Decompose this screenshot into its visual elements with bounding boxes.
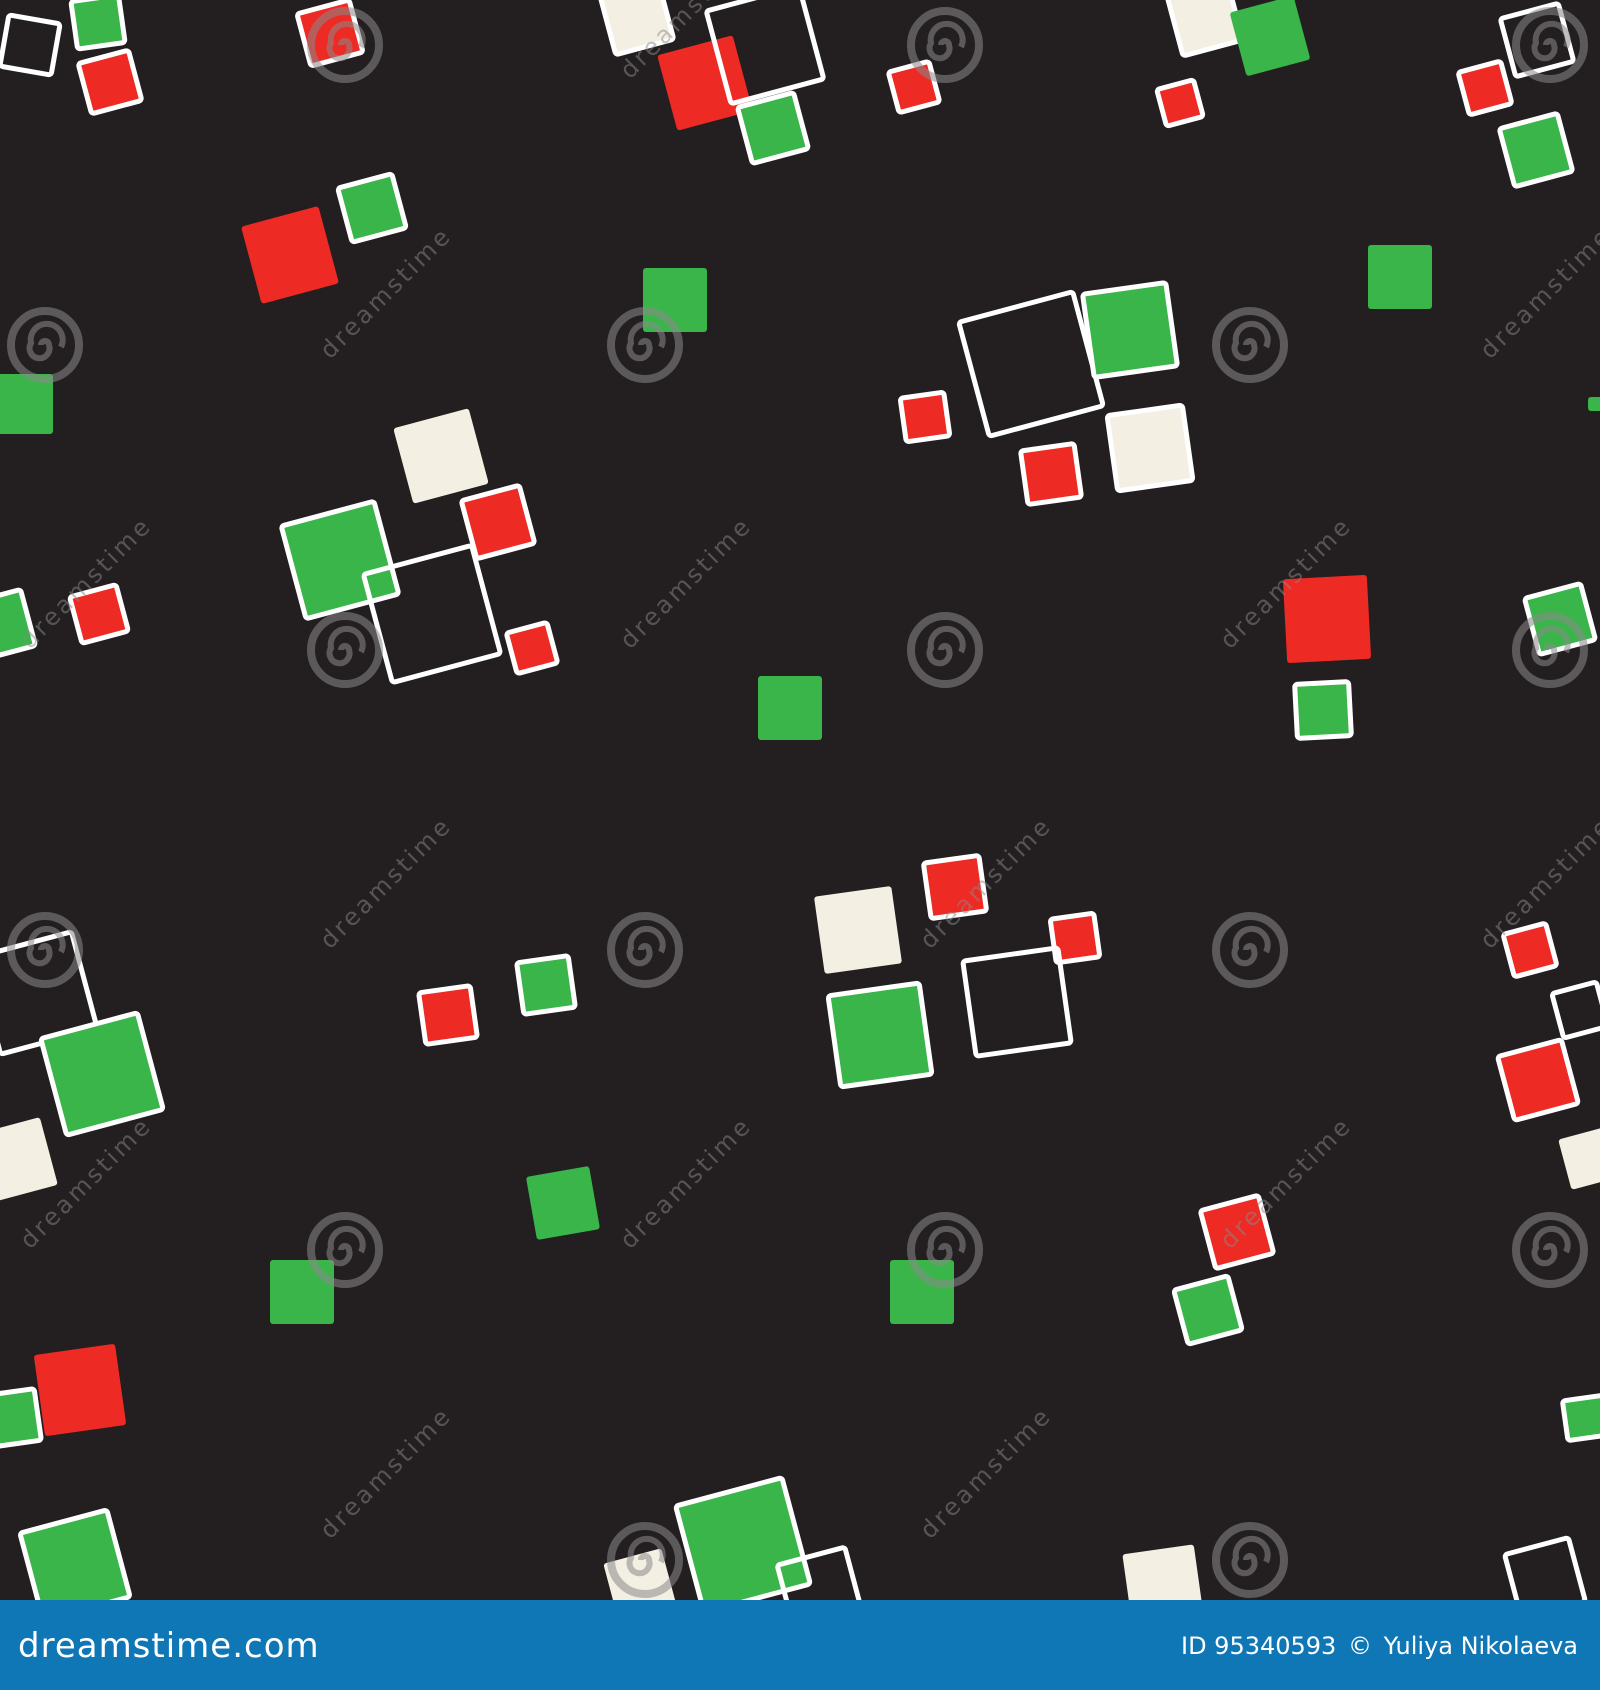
green-square <box>1080 280 1180 380</box>
green-square <box>514 953 578 1017</box>
dreamstime-logo-text[interactable]: dreamstime.com <box>18 1626 320 1666</box>
square-confetti-pattern: dreamstimedreamstime dreamstimedreamstime… <box>0 0 1600 1600</box>
red-square <box>886 59 942 115</box>
cream-square <box>814 886 902 974</box>
red-square <box>1495 1037 1581 1123</box>
red-square <box>1154 77 1206 129</box>
author-name: Yuliya Nikolaeva <box>1383 1632 1578 1660</box>
green-square <box>335 171 409 245</box>
image-credit: ID 95340593 © Yuliya Nikolaeva <box>1181 1630 1578 1662</box>
red-square <box>1018 441 1084 507</box>
image-id: ID 95340593 <box>1180 1632 1337 1660</box>
green-square <box>0 374 53 434</box>
red-square <box>1456 59 1514 117</box>
green-square <box>735 90 811 166</box>
green-square <box>758 676 822 740</box>
green-square <box>279 499 401 621</box>
stock-footer-bar: dreamstime.com ID 95340593 © Yuliya Niko… <box>0 1600 1600 1690</box>
green-square <box>270 1260 334 1324</box>
green-square <box>68 0 128 52</box>
red-square <box>34 1344 126 1436</box>
green-square <box>1368 245 1432 309</box>
green-square <box>1560 1393 1600 1443</box>
red-square <box>504 620 560 676</box>
green-square <box>526 1166 600 1240</box>
cream-square <box>1104 402 1196 494</box>
green-square <box>1497 111 1575 189</box>
green-square <box>0 1386 44 1450</box>
copyright-icon: © <box>1347 1632 1372 1660</box>
green-square <box>1588 397 1600 411</box>
red-square <box>416 983 480 1047</box>
green-square <box>1292 679 1354 741</box>
cream-square <box>1122 1544 1204 1600</box>
red-square <box>76 48 144 116</box>
red-square <box>898 390 952 444</box>
green-square <box>1171 1273 1245 1347</box>
green-square <box>825 980 935 1090</box>
